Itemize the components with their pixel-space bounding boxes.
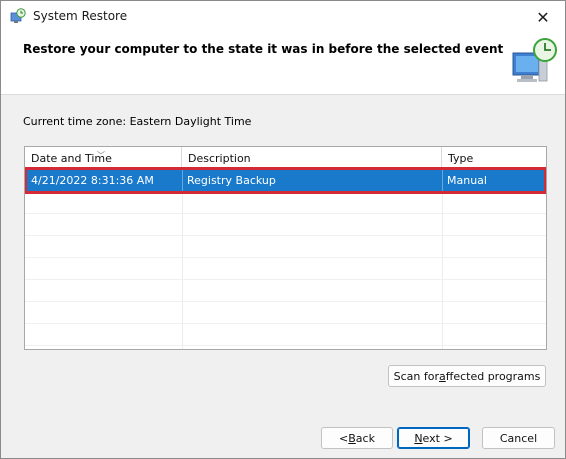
close-icon: ✕ — [536, 7, 550, 27]
cell-type: Manual — [442, 170, 544, 191]
page-title: Restore your computer to the state it wa… — [23, 42, 504, 56]
table-header: Date and Time ﹀ Description Type — [25, 147, 546, 169]
column-header-date-time[interactable]: Date and Time ﹀ — [25, 147, 182, 169]
window-title: System Restore — [33, 9, 128, 23]
sort-arrow-icon: ﹀ — [97, 151, 105, 160]
timezone-label: Current time zone: Eastern Daylight Time — [23, 115, 252, 128]
system-restore-icon — [10, 8, 26, 23]
grid-line — [25, 213, 546, 214]
restore-points-table[interactable]: Date and Time ﹀ Description Type 4/21/20… — [24, 146, 547, 350]
wizard-header: Restore your computer to the state it wa… — [1, 33, 565, 95]
grid-line — [25, 301, 546, 302]
title-bar[interactable]: System Restore ✕ — [1, 1, 565, 33]
grid-line — [182, 169, 183, 349]
grid-line — [25, 257, 546, 258]
column-header-description[interactable]: Description — [182, 147, 442, 169]
grid-line — [25, 235, 546, 236]
back-button[interactable]: < Back — [321, 427, 393, 449]
close-button[interactable]: ✕ — [521, 1, 565, 33]
cancel-button[interactable]: Cancel — [482, 427, 555, 449]
table-row[interactable]: 4/21/2022 8:31:36 AM Registry Backup Man… — [25, 167, 546, 194]
grid-line — [442, 169, 443, 349]
column-header-type[interactable]: Type — [442, 147, 546, 169]
grid-line — [25, 345, 546, 346]
cell-date-time: 4/21/2022 8:31:36 AM — [31, 174, 154, 187]
next-button[interactable]: Next > — [397, 427, 470, 449]
system-restore-window: System Restore ✕ Restore your computer t… — [0, 0, 566, 459]
scan-affected-programs-button[interactable]: Scan for a ffected programs — [388, 365, 546, 387]
system-restore-monitor-clock-icon — [512, 38, 557, 82]
grid-line — [25, 279, 546, 280]
grid-line — [25, 323, 546, 324]
cell-description: Registry Backup — [182, 170, 442, 191]
